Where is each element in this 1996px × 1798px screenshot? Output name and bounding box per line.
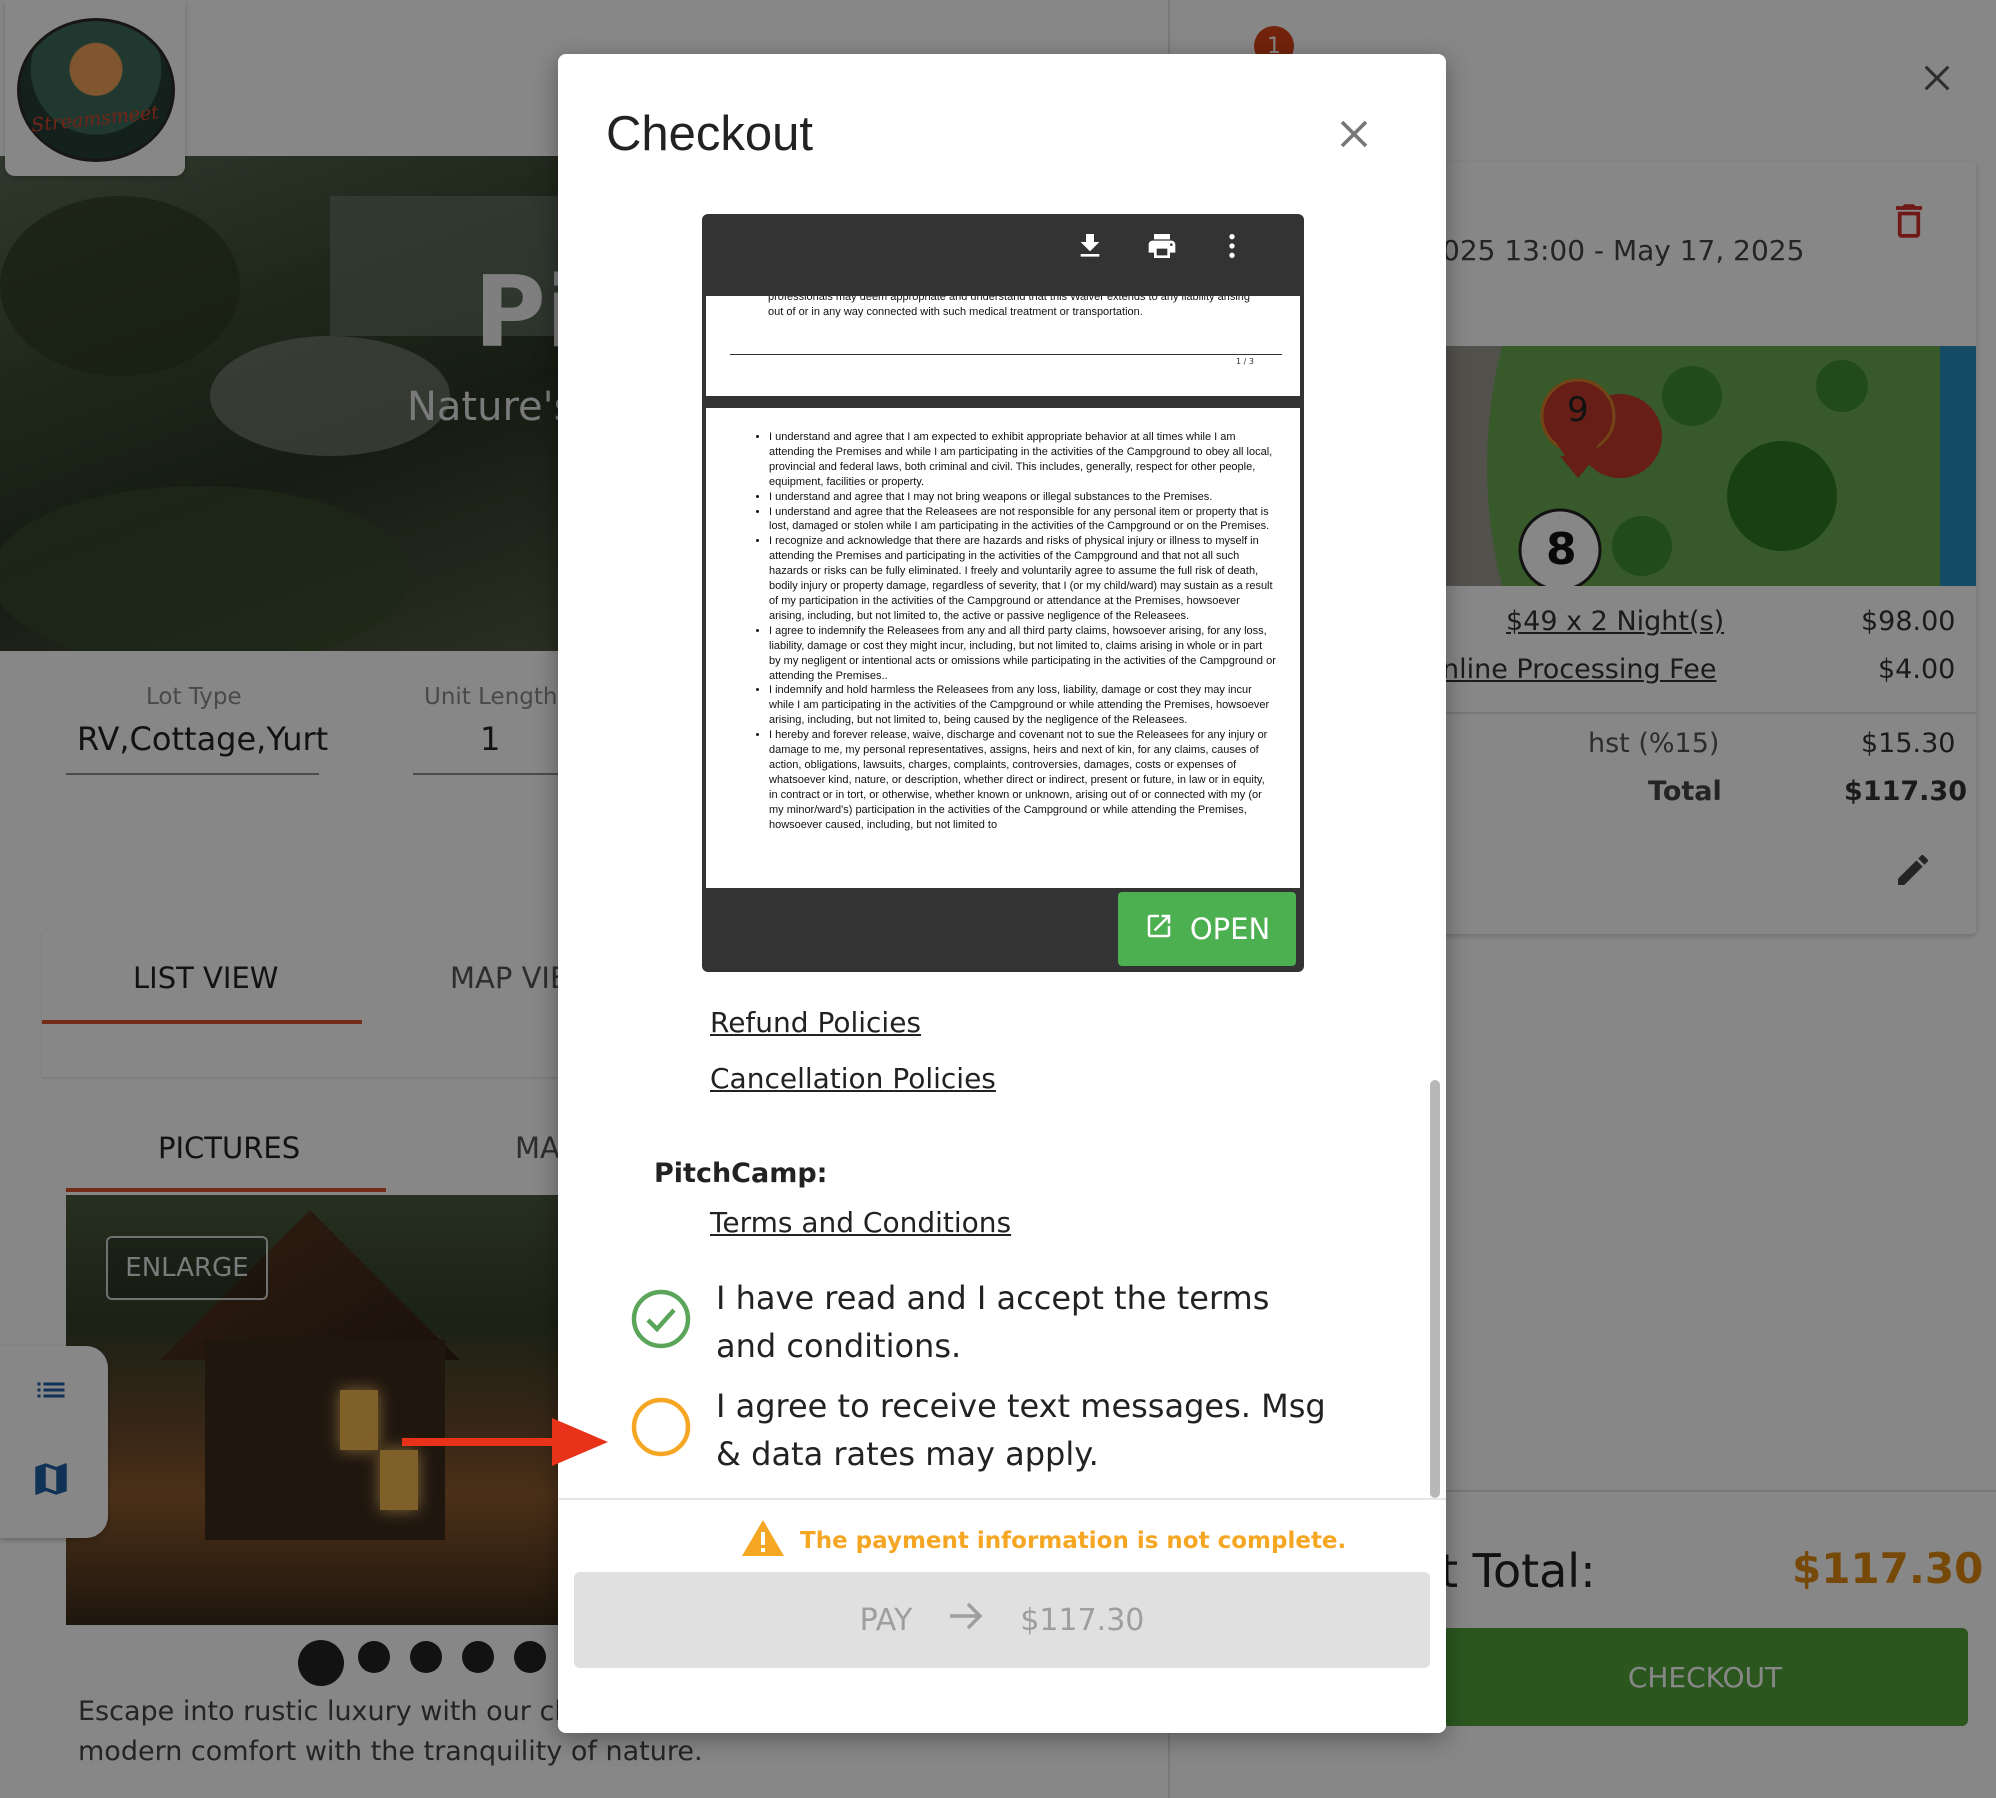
accept-terms-checkbox[interactable]: [630, 1288, 692, 1354]
cancellation-policies-link[interactable]: Cancellation Policies: [710, 1062, 996, 1095]
checkout-dialog: Checkout professionals may deem appropri…: [558, 54, 1446, 1733]
pdf-page2-text: I understand and agree that I am expecte…: [756, 430, 1276, 832]
pdf-page-number: 1 / 3: [1236, 357, 1254, 366]
waiver-clause: I understand and agree that I am expecte…: [769, 430, 1276, 490]
open-pdf-label: OPEN: [1189, 912, 1271, 946]
payment-warning-text: The payment information is not complete.: [800, 1528, 1347, 1554]
pay-button[interactable]: PAY $117.30: [574, 1572, 1430, 1668]
pdf-page1-text: professionals may deem appropriate and u…: [768, 296, 1251, 318]
open-pdf-button[interactable]: OPEN: [1118, 892, 1296, 966]
pdf-rule: [730, 354, 1282, 355]
download-icon[interactable]: [1074, 230, 1106, 262]
arrow-right-icon: [948, 1601, 984, 1639]
close-icon[interactable]: [1330, 110, 1378, 158]
waiver-clause: I indemnify and hold harmless the Releas…: [769, 683, 1276, 728]
waiver-pdf-viewer[interactable]: professionals may deem appropriate and u…: [702, 214, 1304, 972]
waiver-clause: I agree to indemnify the Releasees from …: [769, 624, 1276, 684]
more-options-icon[interactable]: [1216, 230, 1248, 262]
pdf-page-2: I understand and agree that I am expecte…: [706, 408, 1300, 888]
annotation-arrow-icon: [402, 1414, 608, 1470]
pitchcamp-label: PitchCamp:: [654, 1158, 828, 1189]
waiver-clause: I hereby and forever release, waive, dis…: [769, 728, 1276, 832]
pay-amount: $117.30: [1020, 1602, 1145, 1638]
warning-icon: [740, 1518, 786, 1562]
pdf-page-1: professionals may deem appropriate and u…: [706, 296, 1300, 396]
sms-consent-label[interactable]: I agree to receive text messages. Msg & …: [716, 1382, 1336, 1478]
sms-consent-checkbox[interactable]: [630, 1396, 692, 1462]
accept-terms-label[interactable]: I have read and I accept the terms and c…: [716, 1274, 1316, 1370]
waiver-clause: I understand and agree that the Releasee…: [769, 505, 1276, 535]
refund-policies-link[interactable]: Refund Policies: [710, 1006, 921, 1039]
waiver-clause: I recognize and acknowledge that there a…: [769, 534, 1276, 623]
print-icon[interactable]: [1146, 230, 1178, 262]
pay-label: PAY: [859, 1602, 913, 1638]
dialog-title: Checkout: [606, 107, 814, 161]
dialog-scrollbar[interactable]: [1430, 1080, 1440, 1498]
open-in-new-icon: [1144, 911, 1174, 948]
terms-and-conditions-link[interactable]: Terms and Conditions: [710, 1206, 1011, 1239]
waiver-clause: I understand and agree that I may not br…: [769, 490, 1276, 505]
